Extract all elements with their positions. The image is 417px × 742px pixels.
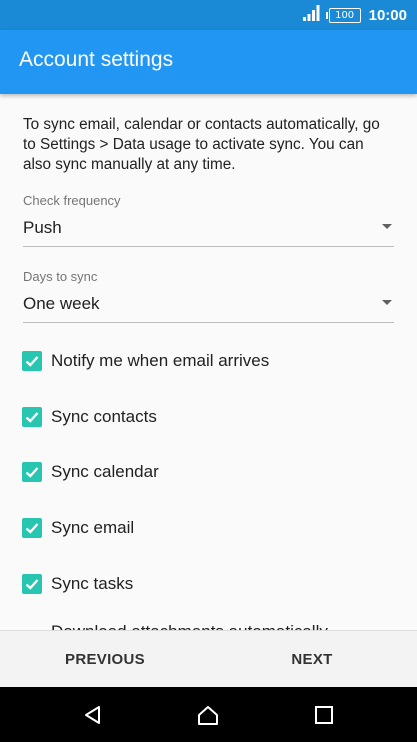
signal-icon (302, 5, 321, 25)
sync-contacts-option[interactable]: Sync contacts (22, 405, 157, 429)
notify-email-option[interactable]: Notify me when email arrives (22, 349, 269, 373)
sync-tasks-option[interactable]: Sync tasks (22, 572, 133, 596)
status-icons: 100 10:00 (302, 0, 407, 30)
sync-email-label: Sync email (51, 518, 135, 537)
wizard-button-bar: PREVIOUS NEXT (0, 630, 417, 687)
previous-button[interactable]: PREVIOUS (15, 631, 195, 687)
days-to-sync-value: One week (23, 294, 100, 313)
days-to-sync-dropdown[interactable]: Days to sync One week (23, 269, 394, 325)
sync-calendar-label: Sync calendar (51, 462, 159, 481)
checkbox-checked-icon[interactable] (22, 407, 42, 427)
checkbox-checked-icon[interactable] (22, 574, 42, 594)
battery-icon: 100 (325, 7, 361, 23)
checkbox-checked-icon[interactable] (22, 462, 42, 482)
next-button[interactable]: NEXT (222, 631, 402, 687)
system-nav-bar (0, 687, 417, 742)
home-icon[interactable] (178, 687, 238, 742)
download-attachments-option[interactable]: Download attachments automatically (51, 622, 328, 630)
sync-calendar-option[interactable]: Sync calendar (22, 460, 159, 484)
checkbox-checked-icon[interactable] (22, 351, 42, 371)
checkbox-checked-icon[interactable] (22, 518, 42, 538)
check-frequency-value: Push (23, 218, 62, 237)
dropdown-arrow-icon (382, 300, 392, 305)
clock: 10:00 (368, 6, 407, 24)
days-to-sync-label: Days to sync (23, 269, 98, 284)
battery-level: 100 (335, 9, 355, 21)
back-icon[interactable] (63, 687, 123, 742)
notify-email-label: Notify me when email arrives (51, 351, 270, 370)
page-title: Account settings (19, 48, 174, 71)
days-to-sync-underline (23, 322, 394, 323)
settings-content[interactable]: To sync email, calendar or contacts auto… (0, 94, 417, 630)
sync-contacts-label: Sync contacts (51, 407, 157, 426)
app-bar: Account settings (0, 30, 417, 94)
sync-info-text: To sync email, calendar or contacts auto… (23, 116, 380, 173)
check-frequency-underline (23, 246, 394, 247)
sync-tasks-label: Sync tasks (51, 574, 134, 593)
check-frequency-dropdown[interactable]: Check frequency Push (23, 193, 394, 249)
dropdown-arrow-icon (382, 224, 392, 229)
sync-email-option[interactable]: Sync email (22, 516, 134, 540)
status-bar: 100 10:00 (0, 0, 417, 30)
check-frequency-label: Check frequency (23, 193, 121, 208)
recent-apps-icon[interactable] (294, 687, 354, 742)
